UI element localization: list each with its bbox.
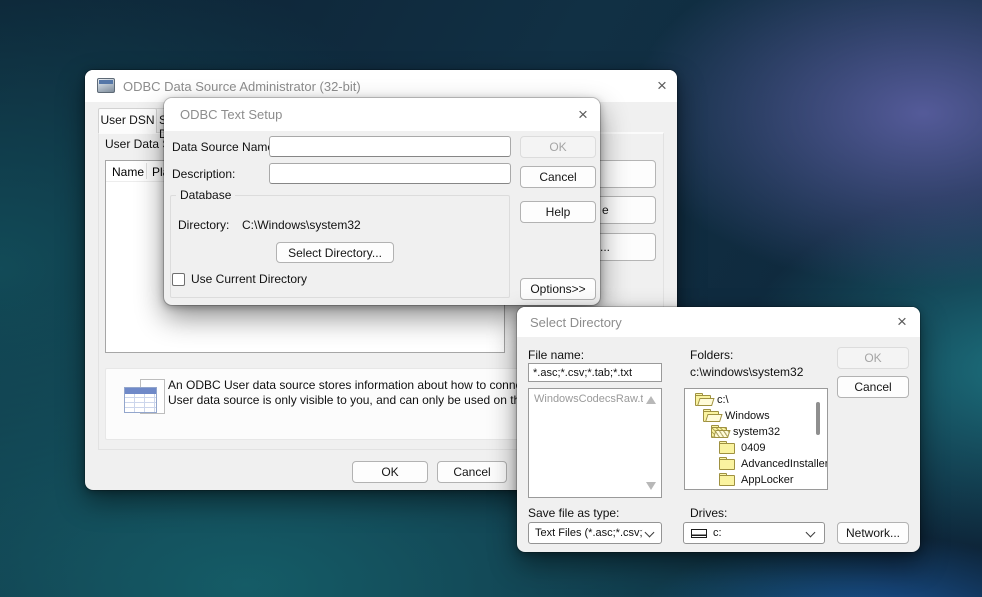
tree-item-label: c:\ (717, 394, 729, 406)
text-setup-titlebar[interactable]: ODBC Text Setup × (164, 98, 600, 131)
setup-options-button[interactable]: Options>> (520, 278, 596, 300)
network-button[interactable]: Network... (837, 522, 909, 544)
drives-dropdown[interactable]: c: (683, 522, 825, 544)
column-divider[interactable] (146, 163, 147, 179)
data-source-name-input[interactable] (269, 136, 511, 157)
tree-item-0409[interactable]: 0409 (685, 441, 827, 457)
seldir-cancel-button[interactable]: Cancel (837, 376, 909, 398)
admin-cancel-button[interactable]: Cancel (437, 461, 507, 483)
closed-folder-icon (719, 441, 737, 455)
select-directory-title: Select Directory (530, 315, 622, 330)
save-type-dropdown[interactable]: Text Files (*.asc;*.csv;*. (528, 522, 662, 544)
tab-user-dsn[interactable]: User DSN (98, 108, 157, 133)
folders-label: Folders: (690, 348, 733, 362)
odbc-text-setup-dialog: ODBC Text Setup × Data Source Name: Desc… (164, 98, 600, 305)
data-source-name-label: Data Source Name: (172, 140, 277, 154)
close-icon[interactable]: × (572, 104, 594, 126)
close-icon[interactable]: × (891, 311, 913, 333)
tree-item-applocker[interactable]: AppLocker (685, 473, 827, 489)
tree-item-label: system32 (733, 426, 780, 438)
closed-folder-icon (719, 457, 737, 471)
select-directory-titlebar[interactable]: Select Directory × (517, 307, 920, 337)
open-folder-icon (695, 393, 713, 407)
description-input[interactable] (269, 163, 511, 184)
drive-icon (691, 529, 707, 538)
folder-tree[interactable]: c:\ Windows system32 0409 AdvancedInstal… (684, 388, 828, 490)
admin-ok-button[interactable]: OK (352, 461, 428, 483)
file-name-label: File name: (528, 348, 584, 362)
save-type-value: Text Files (*.asc;*.csv;*. (535, 527, 643, 539)
chevron-down-icon (645, 528, 655, 538)
drives-label: Drives: (690, 506, 727, 520)
tree-item-label: AppLocker (741, 474, 794, 486)
description-label: Description: (172, 167, 235, 181)
tab-user-dsn-label: User DSN (100, 113, 154, 127)
folders-path: c:\windows\system32 (690, 365, 803, 379)
tree-item-advancedinstallers[interactable]: AdvancedInstallers (685, 457, 827, 473)
tree-scrollbar-thumb[interactable] (816, 402, 820, 435)
directory-value: C:\Windows\system32 (242, 218, 361, 232)
current-open-folder-icon (711, 425, 729, 439)
setup-ok-button[interactable]: OK (520, 136, 596, 158)
scroll-up-icon[interactable] (646, 396, 656, 404)
close-icon[interactable]: × (651, 75, 673, 97)
odbc-app-icon (97, 78, 115, 93)
use-current-directory-checkbox[interactable] (172, 273, 185, 286)
tree-item-label: AdvancedInstallers (741, 458, 828, 470)
directory-label: Directory: (178, 218, 229, 232)
database-group-label: Database (176, 188, 235, 202)
odbc-admin-title: ODBC Data Source Administrator (32-bit) (123, 79, 361, 94)
file-list-item[interactable]: WindowsCodecsRaw.txt (534, 393, 643, 405)
use-current-directory-label: Use Current Directory (191, 272, 307, 286)
tree-item-c-drive[interactable]: c:\ (685, 393, 827, 409)
drives-value: c: (713, 527, 722, 539)
desktop-wallpaper: ODBC Data Source Administrator (32-bit) … (0, 0, 982, 597)
tree-item-label: 0409 (741, 442, 765, 454)
setup-cancel-button[interactable]: Cancel (520, 166, 596, 188)
save-file-as-type-label: Save file as type: (528, 506, 619, 520)
text-setup-title: ODBC Text Setup (180, 107, 282, 122)
scroll-down-icon[interactable] (646, 482, 656, 490)
tree-item-label: Windows (725, 410, 770, 422)
seldir-ok-button[interactable]: OK (837, 347, 909, 369)
file-name-input[interactable] (528, 363, 662, 382)
select-directory-dialog: Select Directory × File name: WindowsCod… (517, 307, 920, 552)
closed-folder-icon (719, 473, 737, 487)
remove-button-label-fragment: e (602, 203, 609, 217)
select-directory-button[interactable]: Select Directory... (276, 242, 394, 263)
chevron-down-icon (806, 528, 816, 538)
tree-item-system32[interactable]: system32 (685, 425, 827, 441)
column-name[interactable]: Name (112, 165, 144, 179)
setup-help-button[interactable]: Help (520, 201, 596, 223)
configure-button-label-fragment: ... (600, 240, 610, 254)
open-folder-icon (703, 409, 721, 423)
file-list[interactable]: WindowsCodecsRaw.txt (528, 388, 662, 498)
tree-item-windows[interactable]: Windows (685, 409, 827, 425)
